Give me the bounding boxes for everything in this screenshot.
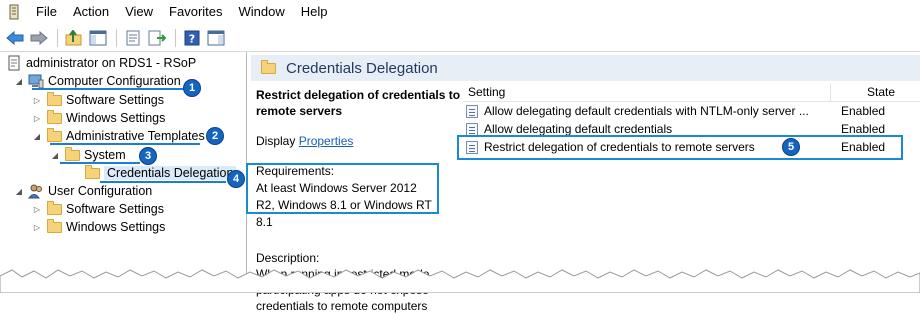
user-icon bbox=[28, 183, 44, 199]
toolbar-separator bbox=[116, 28, 117, 47]
step-badge-4: 4 bbox=[227, 170, 245, 188]
properties-icon[interactable] bbox=[122, 27, 144, 49]
tree-item-root[interactable]: administrator on RDS1 - RSoP bbox=[6, 54, 196, 72]
setting-name: Allow delegating default credentials bbox=[484, 122, 673, 136]
policy-setting-icon bbox=[466, 122, 478, 136]
step-badge-5: 5 bbox=[782, 138, 800, 156]
menu-window[interactable]: Window bbox=[231, 0, 293, 24]
tree-item-user-software-settings[interactable]: ▷ Software Settings bbox=[32, 200, 164, 218]
setting-name: Allow delegating default credentials wit… bbox=[484, 104, 809, 118]
tree-label: Administrative Templates bbox=[66, 129, 205, 143]
tree-label: Windows Settings bbox=[66, 220, 166, 234]
expand-arrow-icon[interactable]: ▷ bbox=[32, 223, 42, 232]
menu-view[interactable]: View bbox=[117, 0, 161, 24]
mmc-app-icon[interactable] bbox=[6, 4, 22, 20]
column-header-setting[interactable]: Setting bbox=[462, 83, 831, 101]
help-icon[interactable]: ? bbox=[181, 27, 203, 49]
export-list-icon[interactable] bbox=[146, 27, 168, 49]
collapse-arrow-icon[interactable]: ◢ bbox=[50, 151, 60, 160]
folder-icon bbox=[46, 218, 62, 235]
toolbar-separator bbox=[175, 28, 176, 47]
back-arrow-icon[interactable] bbox=[4, 27, 26, 49]
step-badge-2: 2 bbox=[206, 127, 224, 145]
up-folder-icon[interactable] bbox=[63, 27, 85, 49]
step-badge-3: 3 bbox=[139, 147, 157, 165]
description-label: Description: bbox=[256, 251, 320, 265]
tree-label: System bbox=[84, 148, 126, 162]
display-line: Display Properties bbox=[256, 133, 461, 149]
details-title: Credentials Delegation bbox=[286, 59, 438, 77]
menu-bar: File Action View Favorites Window Help bbox=[0, 0, 920, 24]
setting-state: Enabled bbox=[841, 122, 886, 136]
folder-icon bbox=[46, 91, 62, 108]
display-label: Display bbox=[256, 134, 296, 148]
menu-favorites[interactable]: Favorites bbox=[161, 0, 230, 24]
annotation-underline bbox=[50, 143, 200, 145]
folder-icon bbox=[261, 59, 276, 74]
collapse-arrow-icon[interactable]: ◢ bbox=[14, 187, 24, 196]
toolbar-separator bbox=[57, 28, 58, 47]
collapse-arrow-icon[interactable]: ◢ bbox=[14, 77, 24, 86]
menu-file[interactable]: File bbox=[28, 0, 65, 24]
tree-item-user-configuration[interactable]: ◢ User Configuration bbox=[14, 182, 152, 200]
annotation-underline bbox=[32, 88, 188, 90]
menu-action[interactable]: Action bbox=[65, 0, 117, 24]
details-header: Credentials Delegation bbox=[251, 55, 920, 81]
tree-label: Computer Configuration bbox=[48, 74, 181, 88]
menu-help[interactable]: Help bbox=[293, 0, 336, 24]
collapse-arrow-icon[interactable]: ◢ bbox=[32, 132, 42, 141]
tree-label: Software Settings bbox=[66, 93, 164, 107]
policy-highlight-box bbox=[457, 135, 903, 160]
column-header-state[interactable]: State bbox=[831, 85, 895, 99]
list-item[interactable]: Allow delegating default credentials wit… bbox=[462, 102, 920, 120]
expand-arrow-icon[interactable]: ▷ bbox=[32, 114, 42, 123]
folder-open-icon bbox=[64, 146, 80, 163]
folder-icon bbox=[46, 200, 62, 217]
forward-arrow-icon[interactable] bbox=[28, 27, 50, 49]
computer-icon bbox=[28, 73, 44, 89]
policy-title: Restrict delegation of credentials to re… bbox=[256, 88, 461, 118]
tree-item-software-settings[interactable]: ▷ Software Settings bbox=[32, 91, 164, 109]
setting-state: Enabled bbox=[841, 104, 886, 118]
tree-label: Windows Settings bbox=[66, 111, 166, 125]
svg-text:?: ? bbox=[189, 32, 195, 45]
tree-label: Software Settings bbox=[66, 202, 164, 216]
console-tree: administrator on RDS1 - RSoP ◢ Computer … bbox=[0, 52, 247, 293]
folder-icon bbox=[84, 164, 100, 181]
properties-link[interactable]: Properties bbox=[299, 134, 354, 148]
tree-label: User Configuration bbox=[48, 184, 153, 198]
list-header: Setting State bbox=[462, 83, 920, 102]
tree-item-user-windows-settings[interactable]: ▷ Windows Settings bbox=[32, 218, 165, 236]
torn-edge-decoration bbox=[0, 269, 920, 293]
tree-item-credentials-delegation[interactable]: Credentials Delegation bbox=[84, 164, 237, 182]
policy-setting-icon bbox=[466, 104, 478, 118]
expand-arrow-icon[interactable]: ▷ bbox=[32, 96, 42, 105]
tree-item-windows-settings[interactable]: ▷ Windows Settings bbox=[32, 109, 165, 127]
show-hide-tree-icon[interactable] bbox=[87, 27, 109, 49]
action-pane-icon[interactable] bbox=[205, 27, 227, 49]
tree-label: administrator on RDS1 - RSoP bbox=[26, 56, 197, 70]
rsop-icon bbox=[6, 55, 22, 71]
folder-icon bbox=[46, 109, 62, 126]
requirements-highlight-box bbox=[246, 163, 439, 214]
expand-arrow-icon[interactable]: ▷ bbox=[32, 205, 42, 214]
folder-open-icon bbox=[46, 127, 62, 144]
step-badge-1: 1 bbox=[183, 79, 201, 97]
tree-label: Credentials Delegation bbox=[104, 166, 237, 180]
toolbar: ? bbox=[0, 24, 920, 52]
